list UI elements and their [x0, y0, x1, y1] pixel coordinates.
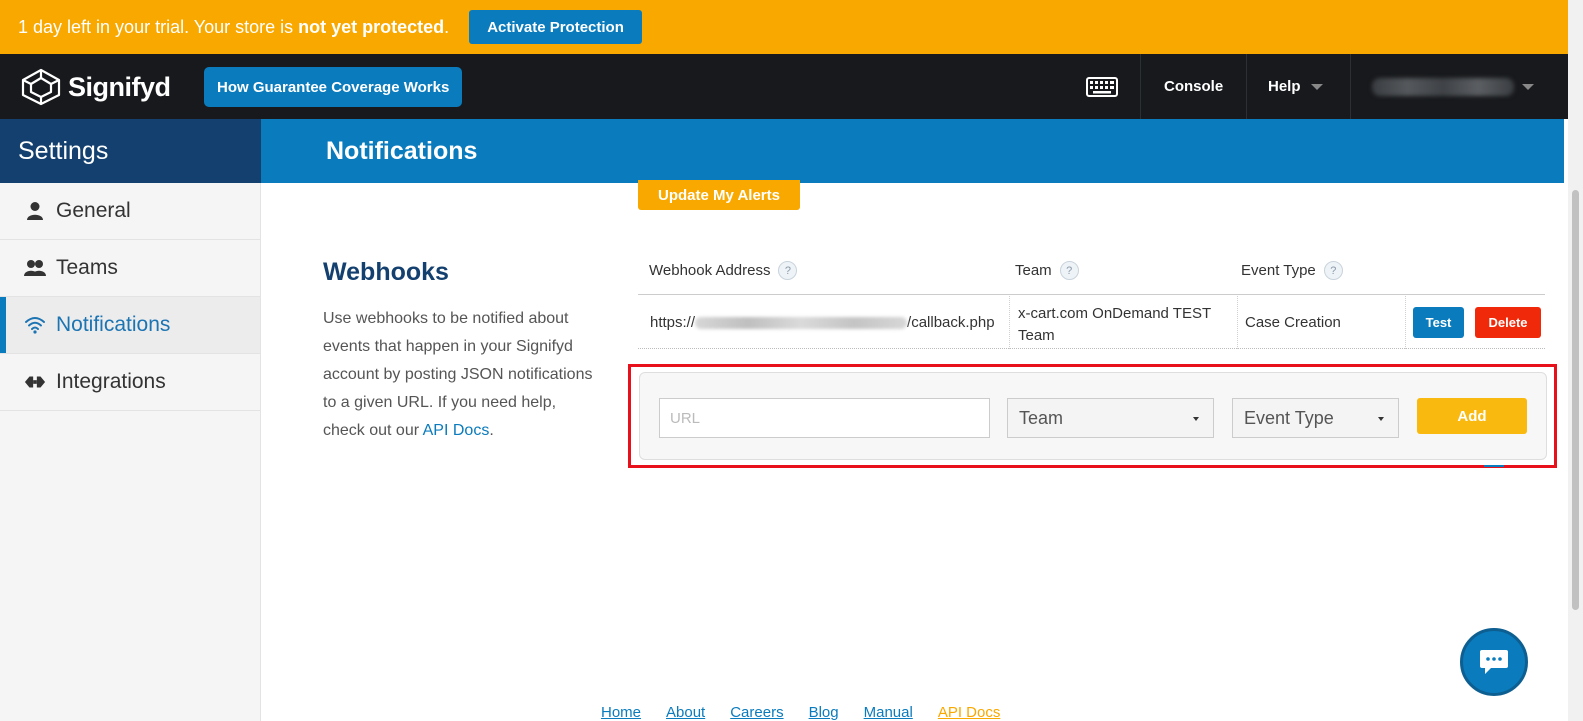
footer-links: Home About Careers Blog Manual API Docs	[601, 704, 1000, 721]
cell-divider	[1405, 296, 1406, 349]
help-menu[interactable]: Help	[1268, 54, 1323, 119]
guarantee-coverage-button[interactable]: How Guarantee Coverage Works	[204, 67, 463, 107]
column-header-event-type: Event Type?	[1241, 261, 1343, 280]
table-row-divider	[638, 348, 1545, 349]
api-docs-link[interactable]: API Docs	[423, 422, 490, 439]
brand-name: Signifyd	[68, 71, 171, 102]
sidebar-item-label: Teams	[56, 256, 118, 279]
scrollbar-thumb[interactable]	[1572, 190, 1579, 610]
help-question-icon[interactable]: ?	[1323, 261, 1343, 280]
cell-divider	[1009, 296, 1010, 349]
sidebar-item-integrations[interactable]: Integrations	[0, 354, 260, 411]
user-icon	[24, 201, 46, 221]
footer-link-careers[interactable]: Careers	[730, 704, 783, 721]
update-my-alerts-button[interactable]: Update My Alerts	[638, 180, 800, 210]
webhooks-description: Use webhooks to be notified about events…	[323, 310, 593, 439]
footer-link-about[interactable]: About	[666, 704, 705, 721]
nav-divider	[1350, 54, 1351, 119]
chevron-down-icon	[1310, 83, 1323, 90]
team-cell: x-cart.com OnDemand TEST Team	[1018, 305, 1211, 344]
signifyd-logo[interactable]: Signifyd	[20, 68, 171, 106]
sidebar-item-label: Integrations	[56, 370, 166, 393]
column-header-webhook-address: Webhook Address?	[649, 261, 798, 280]
sidebar-item-general[interactable]: General	[0, 183, 260, 240]
wifi-icon	[24, 316, 46, 334]
delete-webhook-button[interactable]: Delete	[1475, 307, 1541, 338]
decorative-dash	[1484, 465, 1504, 467]
user-account-menu[interactable]	[1372, 78, 1514, 96]
event-type-cell: Case Creation	[1245, 314, 1341, 331]
console-link[interactable]: Console	[1164, 54, 1223, 119]
annotation-highlight-box	[628, 364, 1557, 468]
chevron-down-icon	[1522, 83, 1534, 90]
sidebar-item-notifications[interactable]: Notifications	[0, 297, 260, 354]
sidebar-item-label: General	[56, 199, 131, 222]
page-title: Notifications	[261, 119, 1564, 183]
trial-message: 1 day left in your trial. Your store is …	[18, 16, 450, 37]
column-header-team: Team?	[1015, 261, 1079, 280]
account-dropdown[interactable]	[1522, 54, 1534, 119]
nav-divider	[1246, 54, 1247, 119]
keyboard-shortcuts-icon[interactable]	[1086, 77, 1118, 102]
help-question-icon[interactable]: ?	[778, 261, 798, 280]
top-navigation: Signifyd How Guarantee Coverage Works Co…	[0, 54, 1568, 119]
cube-logo-icon	[21, 68, 61, 106]
chat-bubble-icon	[1480, 650, 1508, 674]
nav-divider	[1140, 54, 1141, 119]
sidebar-item-teams[interactable]: Teams	[0, 240, 260, 297]
cell-divider	[1237, 296, 1238, 349]
chat-support-button[interactable]	[1460, 628, 1528, 696]
settings-sidebar: General Teams Notifications Integrations	[0, 183, 261, 721]
footer-link-api-docs[interactable]: API Docs	[938, 704, 1001, 721]
test-webhook-button[interactable]: Test	[1413, 307, 1464, 338]
trial-banner: 1 day left in your trial. Your store is …	[0, 0, 1568, 54]
sidebar-item-label: Notifications	[56, 313, 171, 336]
settings-title: Settings	[0, 119, 261, 183]
help-question-icon[interactable]: ?	[1059, 261, 1079, 280]
webhook-address-cell: https:///callback.php	[650, 314, 995, 331]
table-header-divider	[638, 294, 1545, 295]
footer-link-manual[interactable]: Manual	[864, 704, 913, 721]
users-icon	[24, 259, 46, 277]
redacted-url	[695, 317, 908, 330]
plug-icon	[24, 374, 46, 390]
footer-link-home[interactable]: Home	[601, 704, 641, 721]
help-label: Help	[1268, 78, 1301, 95]
footer-link-blog[interactable]: Blog	[809, 704, 839, 721]
webhooks-heading: Webhooks	[323, 258, 449, 286]
activate-protection-button[interactable]: Activate Protection	[469, 10, 642, 44]
